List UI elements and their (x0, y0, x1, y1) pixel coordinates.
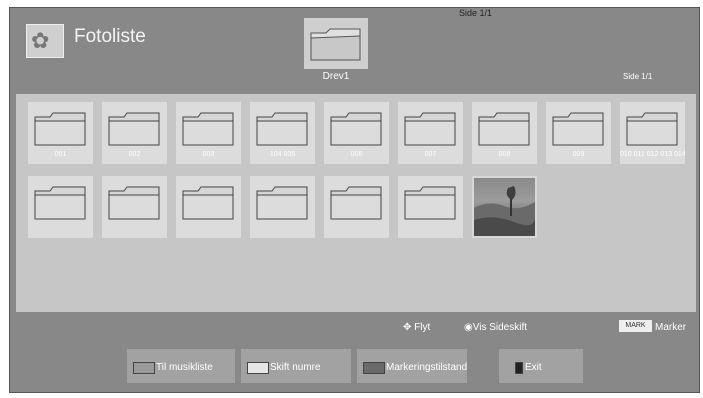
folder-item[interactable]: 007 (398, 102, 463, 164)
folder-icon (330, 186, 382, 220)
folder-label: 104 005 (269, 151, 296, 158)
folder-icon (404, 112, 456, 146)
marking-mode-button[interactable]: Markeringstilstand (357, 349, 467, 383)
photo-image (474, 178, 535, 236)
folder-item[interactable]: 003 (176, 102, 241, 164)
yellow-key-icon (363, 362, 385, 374)
move-arrows-icon: ✥ (403, 322, 412, 333)
drive-icon[interactable] (304, 18, 368, 69)
folder-label: 008 (498, 151, 511, 158)
folder-item[interactable] (102, 176, 167, 238)
folder-label: 009 (572, 151, 585, 158)
page-title: Fotoliste (74, 26, 146, 47)
folder-icon (404, 186, 456, 220)
folder-icon (34, 186, 86, 220)
move-label: Flyt (414, 322, 431, 333)
drive-label: Drev1 (322, 71, 350, 82)
folder-icon (330, 112, 382, 146)
folder-label: 007 (424, 151, 437, 158)
green-key-icon (247, 362, 269, 374)
flower-icon: ✿ (31, 28, 50, 53)
folder-item[interactable] (250, 176, 315, 238)
folder-icon (626, 112, 678, 146)
mark-label: Marker (655, 322, 687, 333)
folder-icon (182, 186, 234, 220)
folder-label: 003 (202, 151, 215, 158)
folder-item[interactable] (398, 176, 463, 238)
page-indicator-top: Side 1/1 (459, 8, 493, 18)
folder-item[interactable]: 002 (102, 102, 167, 164)
to-music-list-button[interactable]: Til musikliste (127, 349, 235, 383)
folder-item[interactable]: 006 (324, 102, 389, 164)
folder-label: 001 (54, 151, 67, 158)
folder-icon (34, 112, 86, 146)
show-page-label: Vis Sideskift (472, 322, 528, 333)
folder-item[interactable]: 009 (546, 102, 611, 164)
folder-icon (256, 186, 308, 220)
exit-button[interactable]: Exit (499, 349, 583, 383)
folder-icon (108, 112, 160, 146)
folder-icon (108, 186, 160, 220)
exit-key-icon (515, 362, 523, 374)
folder-item[interactable]: 010 011 012 013 014 015 (620, 102, 685, 164)
folder-item[interactable]: 008 (472, 102, 537, 164)
folder-label: 002 (128, 151, 141, 158)
red-key-icon (133, 362, 155, 374)
ok-button-icon: ◉ (464, 322, 473, 333)
folder-icon (552, 112, 604, 146)
mark-key-badge: MARK (619, 320, 652, 332)
folder-item[interactable] (176, 176, 241, 238)
photo-list-logo: ✿ (26, 24, 64, 58)
change-numbers-button[interactable]: Skift numre (241, 349, 351, 383)
folder-item[interactable]: 001 (28, 102, 93, 164)
show-page-hint: ◉Vis Sideskift (464, 322, 527, 333)
folder-label: 010 011 012 013 014 015 (620, 151, 685, 158)
folder-icon (256, 112, 308, 146)
folder-icon (182, 112, 234, 146)
photo-thumbnail[interactable] (472, 176, 537, 238)
move-hint: ✥ Flyt (403, 322, 430, 333)
thumbnail-grid: 001 002 003 104 005 006 007 008 009 010 … (16, 94, 696, 312)
page-indicator: Side 1/1 (623, 72, 653, 81)
folder-item[interactable] (324, 176, 389, 238)
photo-list-screen: ✿ Fotoliste Side 1/1 Drev1 Side 1/1 001 … (9, 7, 700, 393)
folder-item[interactable] (28, 176, 93, 238)
folder-item[interactable]: 104 005 (250, 102, 315, 164)
folder-icon (478, 112, 530, 146)
folder-label: 006 (350, 151, 363, 158)
